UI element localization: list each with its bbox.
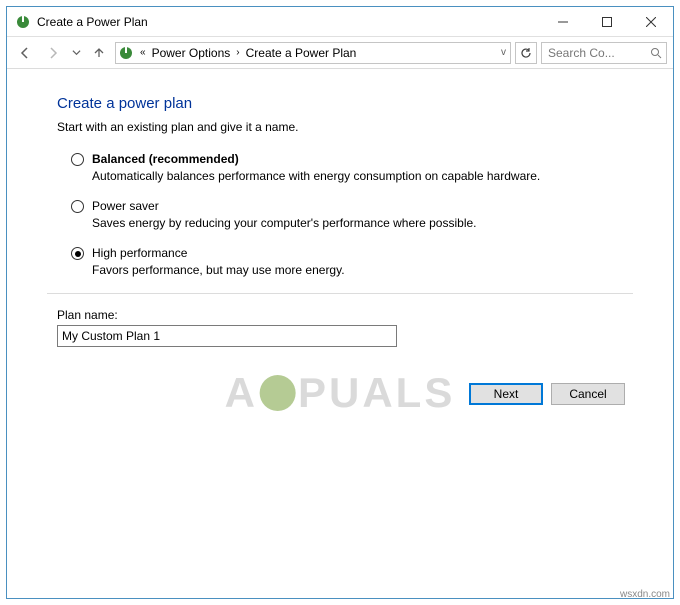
breadcrumb-power-options[interactable]: Power Options [152, 46, 231, 60]
radio-balanced[interactable] [71, 153, 84, 166]
window-title: Create a Power Plan [37, 15, 541, 29]
page-heading: Create a power plan [57, 95, 633, 112]
plan-option-power-saver: Power saver Saves energy by reducing you… [71, 199, 633, 230]
navigation-bar: « Power Options › Create a Power Plan v [7, 37, 673, 69]
close-button[interactable] [629, 7, 673, 36]
plan-name-section: Plan name: [47, 308, 633, 347]
plan-title-power-saver[interactable]: Power saver [92, 199, 159, 213]
radio-high-performance[interactable] [71, 247, 84, 260]
breadcrumb-chevron-icon: « [140, 47, 146, 58]
titlebar: Create a Power Plan [7, 7, 673, 37]
footer-attribution: wsxdn.com [620, 589, 670, 600]
breadcrumb-separator-icon: › [236, 47, 239, 58]
power-options-addr-icon [118, 45, 134, 61]
address-dropdown-icon[interactable]: v [501, 47, 506, 58]
plan-desc-power-saver: Saves energy by reducing your computer's… [92, 216, 633, 230]
search-input[interactable] [546, 45, 646, 61]
plan-title-high-performance[interactable]: High performance [92, 246, 187, 260]
search-icon [650, 47, 662, 59]
recent-locations-button[interactable] [69, 46, 83, 60]
radio-power-saver[interactable] [71, 200, 84, 213]
plan-name-label: Plan name: [57, 308, 633, 322]
page-subheading: Start with an existing plan and give it … [57, 120, 633, 134]
window-controls [541, 7, 673, 36]
up-button[interactable] [87, 41, 111, 65]
window: Create a Power Plan [6, 6, 674, 599]
plan-name-input[interactable] [57, 325, 397, 347]
plan-desc-balanced: Automatically balances performance with … [92, 169, 633, 183]
content-area: A PUALS Create a power plan Start with a… [7, 69, 673, 598]
refresh-button[interactable] [515, 42, 537, 64]
forward-button[interactable] [41, 41, 65, 65]
plan-title-balanced[interactable]: Balanced (recommended) [92, 152, 239, 166]
next-button[interactable]: Next [469, 383, 543, 405]
minimize-button[interactable] [541, 7, 585, 36]
search-box[interactable] [541, 42, 667, 64]
breadcrumb-create-power-plan[interactable]: Create a Power Plan [246, 46, 357, 60]
back-button[interactable] [13, 41, 37, 65]
plan-desc-high-performance: Favors performance, but may use more ene… [92, 263, 633, 277]
address-bar[interactable]: « Power Options › Create a Power Plan v [115, 42, 511, 64]
maximize-button[interactable] [585, 7, 629, 36]
power-options-icon [15, 14, 31, 30]
plan-option-balanced: Balanced (recommended) Automatically bal… [71, 152, 633, 183]
button-row: Next Cancel [47, 383, 633, 405]
divider [47, 293, 633, 294]
plan-option-high-performance: High performance Favors performance, but… [71, 246, 633, 277]
cancel-button[interactable]: Cancel [551, 383, 625, 405]
